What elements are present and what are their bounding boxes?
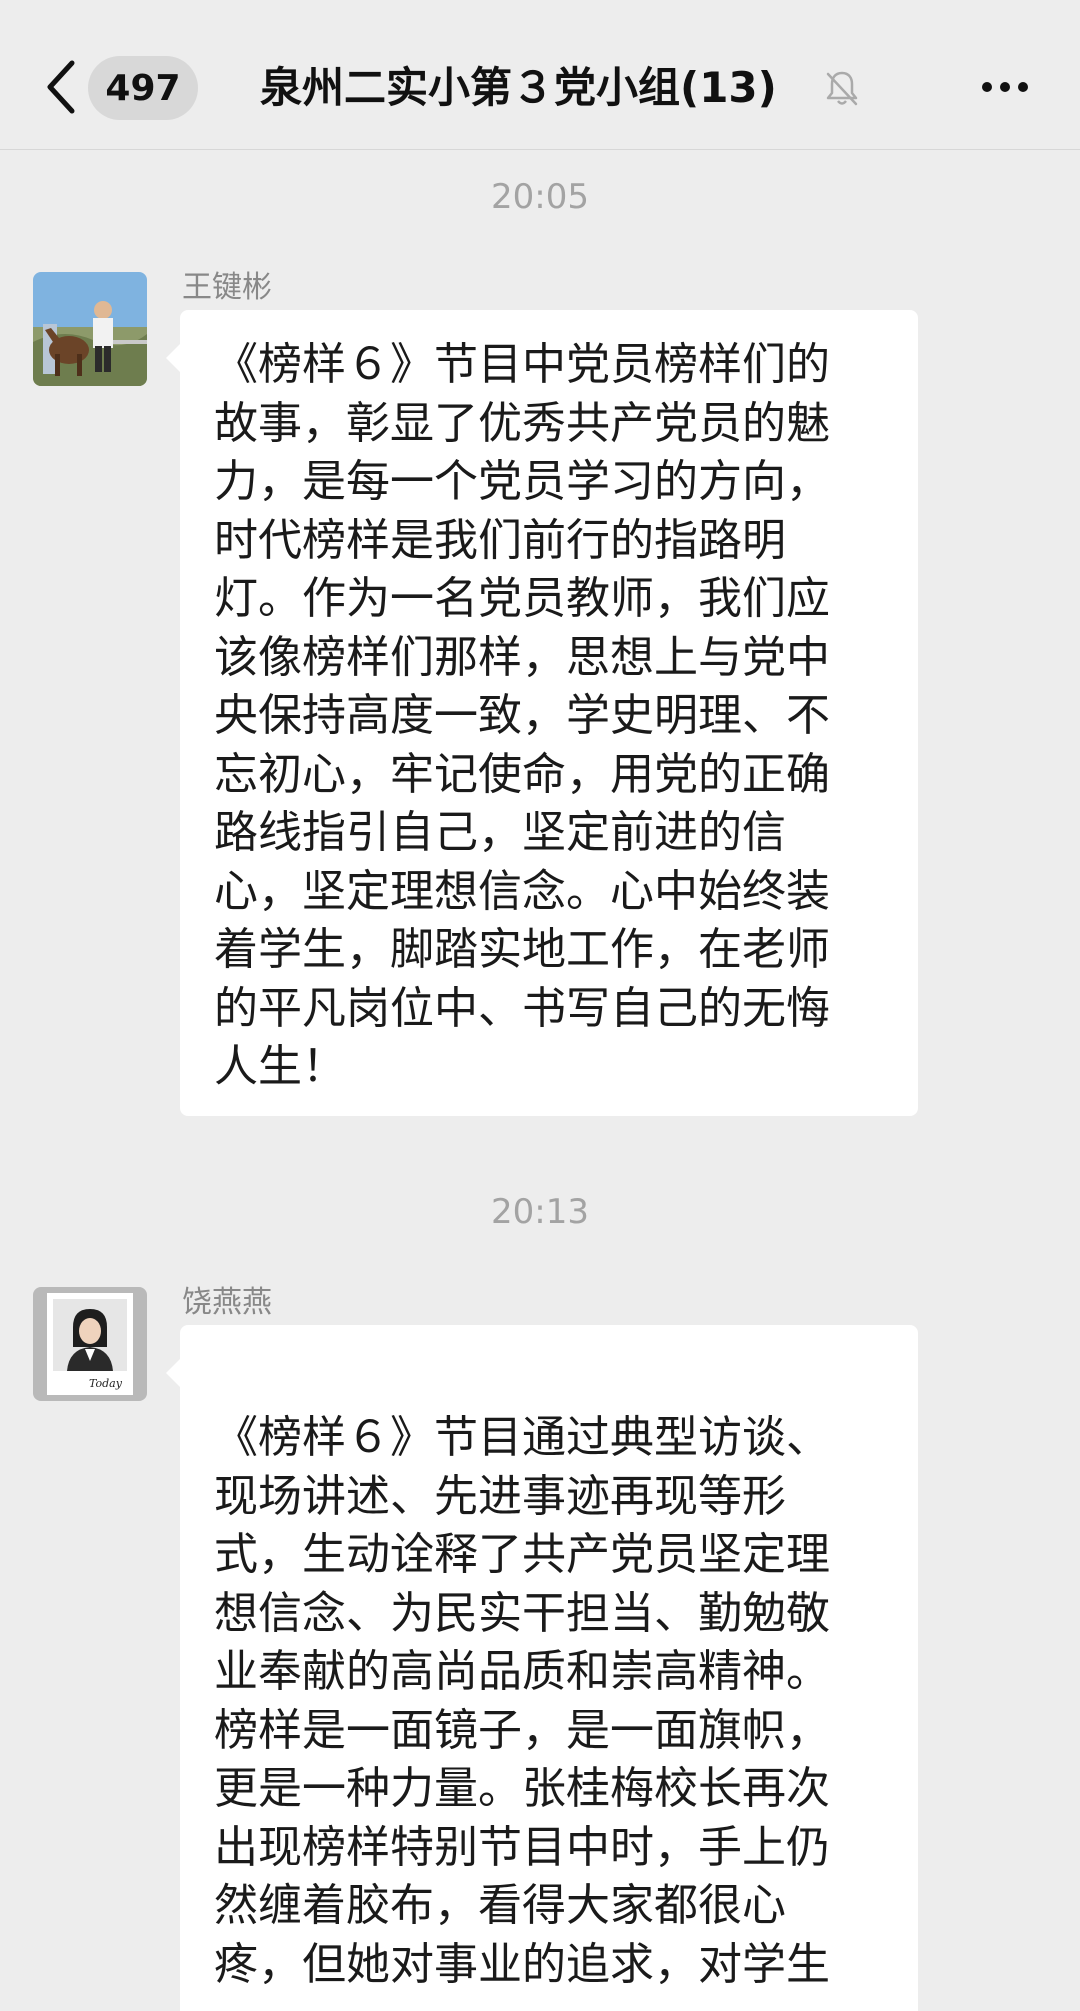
message-line: 式，生动诠释了共产党员坚定理 xyxy=(214,1529,830,1580)
message-line: 路线指引自己，坚定前进的信 xyxy=(214,807,786,858)
message-line: 该像榜样们那样，思想上与党中 xyxy=(214,631,830,683)
message-line: 忘初心，牢记使命，用党的正确 xyxy=(214,748,830,800)
chevron-left-icon xyxy=(47,60,75,114)
message-line: 《榜样６》节目通过典型访谈、 xyxy=(214,1412,830,1463)
message-line: 《榜样６》节目中党员榜样们的 xyxy=(214,339,830,390)
message-line: 的平凡岗位中、书写自己的无悔 xyxy=(214,982,830,1034)
unread-count-badge[interactable]: 497 xyxy=(88,56,198,120)
message-bubble[interactable]: 《榜样６》节目通过典型访谈、 现场讲述、先进事迹再现等形 式，生动诠释了共产党员… xyxy=(166,1325,918,2011)
message-line: 灯。作为一名党员教师，我们应 xyxy=(214,573,830,624)
message-line: 故事，彰显了优秀共产党员的魅 xyxy=(214,397,830,449)
message-timestamp: 20:05 xyxy=(491,177,589,217)
message-line: 着学生，脚踏实地工作，在老师 xyxy=(214,924,830,975)
bell-mute-icon xyxy=(826,71,858,106)
message-line: 央保持高度一致，学史明理、不 xyxy=(214,690,830,741)
message-line: 时代榜样是我们前行的指路明 xyxy=(214,514,786,566)
sender-name: 饶燕燕 xyxy=(182,1285,272,1320)
message-timestamp: 20:13 xyxy=(491,1192,589,1232)
chat-header: 497 泉州二实小第３党小组(13) xyxy=(0,0,1080,150)
message-line: 力，是每一个党员学习的方向， xyxy=(214,456,830,507)
message-line: 榜样是一面镜子，是一面旗帜， xyxy=(214,1704,830,1756)
sender-avatar[interactable]: Today xyxy=(33,1287,147,1401)
message-line: 出现榜样特别节目中时，手上仍 xyxy=(214,1821,830,1873)
avatar-photo-man-horse xyxy=(33,272,147,386)
chat-title: 泉州二实小第３党小组(13) xyxy=(260,63,777,112)
message-line: 人生！ xyxy=(214,1041,346,1092)
svg-text:Today: Today xyxy=(89,1377,123,1390)
sender-avatar[interactable] xyxy=(33,272,147,386)
chat-screen: 497 泉州二实小第３党小组(13) 20:05 王键彬 《榜样６》节目中党员榜… xyxy=(0,0,1080,2011)
message-line: 现场讲述、先进事迹再现等形 xyxy=(214,1470,786,1522)
avatar-photo-woman-today: Today xyxy=(33,1287,147,1401)
message-line: 业奉献的高尚品质和崇高精神。 xyxy=(214,1646,830,1697)
message-line: 然缠着胶布，看得大家都很心 xyxy=(214,1880,786,1931)
message-line: 心，坚定理想信念。心中始终装 xyxy=(214,865,830,917)
more-options-button[interactable] xyxy=(970,62,1040,112)
message-bubble[interactable]: 《榜样６》节目中党员榜样们的 故事，彰显了优秀共产党员的魅 力，是每一个党员学习… xyxy=(166,310,918,1116)
back-button[interactable] xyxy=(36,52,86,122)
message-line: 更是一种力量。张桂梅校长再次 xyxy=(214,1763,830,1814)
message-line: 想信念、为民实干担当、勤勉敬 xyxy=(214,1587,830,1639)
sender-name: 王键彬 xyxy=(182,270,272,305)
message-line: 疼，但她对事业的追求，对学生 xyxy=(214,1938,830,1990)
more-dots-icon xyxy=(982,82,992,92)
